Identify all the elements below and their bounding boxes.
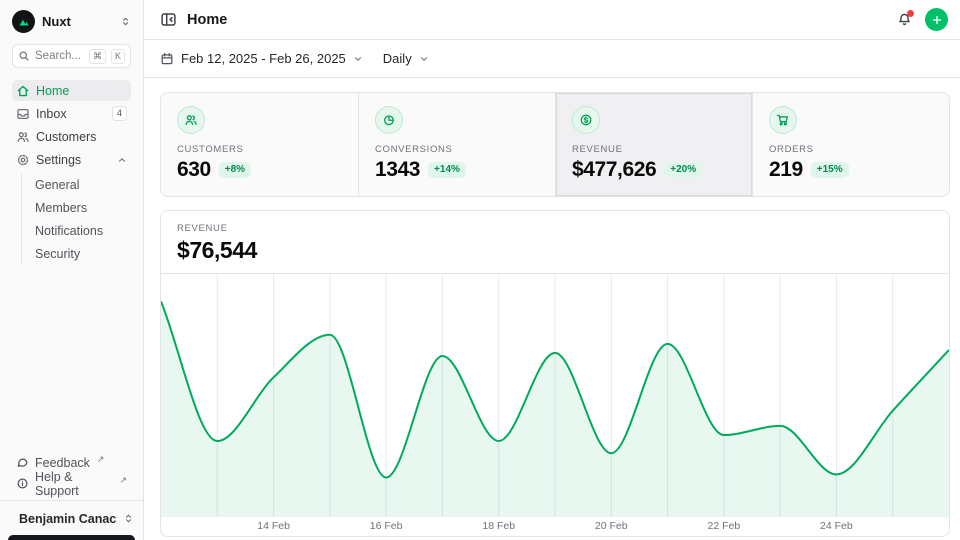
chevron-up-down-icon [120,16,131,27]
home-icon [16,84,30,98]
x-tick-label: 22 Feb [708,520,741,532]
x-tick-label: 16 Feb [370,520,403,532]
chevron-down-icon [353,54,363,64]
chart-current-value: $76,544 [177,237,933,264]
main-panel: Home Feb 12, 2025 - Feb 26, 2025 Daily [144,0,960,540]
orders-icon [769,106,797,134]
revenue-chart-card: REVENUE $76,544 14 Feb 16 Feb 18 Feb 20 Feb… [160,210,950,537]
inbox-icon [16,107,30,121]
stat-label: CONVERSIONS [375,144,539,155]
revenue-icon [572,106,600,134]
workspace-name: Nuxt [42,14,71,29]
stat-card-orders[interactable]: ORDERS 219 +15% [752,93,949,196]
sidebar-item-inbox[interactable]: Inbox 4 [12,103,131,124]
period-label: Daily [383,51,412,66]
user-menu-popover-edge [8,535,135,540]
sidebar: Nuxt ⌘ K Home Inb [0,0,144,540]
external-link-icon: ↗ [97,454,105,465]
help-support-label: Help & Support [35,470,112,498]
sidebar-item-general[interactable]: General [22,174,131,195]
chart-header: REVENUE $76,544 [161,211,949,274]
inbox-count-badge: 4 [112,106,127,122]
app-header: Home [144,0,960,40]
toolbar: Feb 12, 2025 - Feb 26, 2025 Daily [144,40,960,78]
workspace-selector[interactable]: Nuxt [12,8,131,44]
sidebar-nav: Home Inbox 4 Customers Settings [12,80,131,264]
stats-row: CUSTOMERS 630 +8% CONVERSIONS 1343 +14% [160,92,950,197]
conversions-icon [375,106,403,134]
collapse-sidebar-button[interactable] [160,11,177,28]
customers-icon [177,106,205,134]
calendar-icon [160,52,174,66]
stat-card-revenue[interactable]: REVENUE $477,626 +20% [555,93,752,196]
stat-value: 219 [769,158,803,182]
user-menu[interactable]: Benjamin Canac [0,500,143,540]
gear-icon [16,153,30,167]
revenue-area-chart[interactable] [161,274,949,517]
stat-change-badge: +14% [428,162,466,178]
search-input[interactable]: ⌘ K [12,44,131,68]
stat-change-badge: +15% [811,162,849,178]
help-support-link[interactable]: Help & Support ↗ [12,473,131,494]
stat-value: 630 [177,158,211,182]
users-icon [16,130,30,144]
external-link-icon: ↗ [119,475,127,486]
user-name: Benjamin Canac [19,512,116,526]
chevron-up-down-icon [123,513,134,524]
stat-label: REVENUE [572,144,736,155]
x-tick-label: 20 Feb [595,520,628,532]
stat-card-conversions[interactable]: CONVERSIONS 1343 +14% [358,93,555,196]
chart-title: REVENUE [177,223,933,234]
sidebar-item-label: Inbox [36,107,67,121]
stat-label: CUSTOMERS [177,144,342,155]
x-tick-label: 14 Feb [257,520,290,532]
search-icon [18,50,30,62]
chart-x-axis: 14 Feb 16 Feb 18 Feb 20 Feb 22 Feb 24 Feb [161,517,949,536]
period-select[interactable]: Daily [383,51,429,66]
notifications-button[interactable] [897,12,912,27]
x-tick-label: 18 Feb [482,520,515,532]
chevron-down-icon [419,54,429,64]
settings-submenu: General Members Notifications Security [21,174,131,264]
k-kbd: K [111,49,125,64]
sidebar-item-customers[interactable]: Customers [12,126,131,147]
sidebar-item-label: Home [36,84,69,98]
sidebar-item-notifications[interactable]: Notifications [22,220,131,241]
content: CUSTOMERS 630 +8% CONVERSIONS 1343 +14% [144,78,960,537]
sidebar-item-label: Settings [36,153,81,167]
info-icon [16,477,29,490]
sidebar-item-settings[interactable]: Settings [12,149,131,170]
stat-card-customers[interactable]: CUSTOMERS 630 +8% [161,93,358,196]
notification-dot [907,10,914,17]
search-field[interactable] [35,50,84,62]
add-button[interactable] [925,8,948,31]
plus-icon [931,14,943,26]
feedback-label: Feedback [35,456,90,470]
sidebar-item-security[interactable]: Security [22,243,131,264]
sidebar-item-home[interactable]: Home [12,80,131,101]
command-kbd: ⌘ [89,49,106,64]
chat-bubble-icon [16,456,29,469]
chevron-up-icon [117,155,127,165]
page-title: Home [187,12,227,28]
x-tick-label: 24 Feb [820,520,853,532]
stat-change-badge: +8% [219,162,251,178]
stat-value: $477,626 [572,158,656,182]
sidebar-item-members[interactable]: Members [22,197,131,218]
panel-left-close-icon [160,11,177,28]
nuxt-logo-icon [12,10,35,33]
stat-value: 1343 [375,158,420,182]
stat-change-badge: +20% [664,162,702,178]
sidebar-item-label: Customers [36,130,96,144]
date-range-picker[interactable]: Feb 12, 2025 - Feb 26, 2025 [160,51,363,66]
stat-label: ORDERS [769,144,933,155]
date-range-label: Feb 12, 2025 - Feb 26, 2025 [181,51,346,66]
